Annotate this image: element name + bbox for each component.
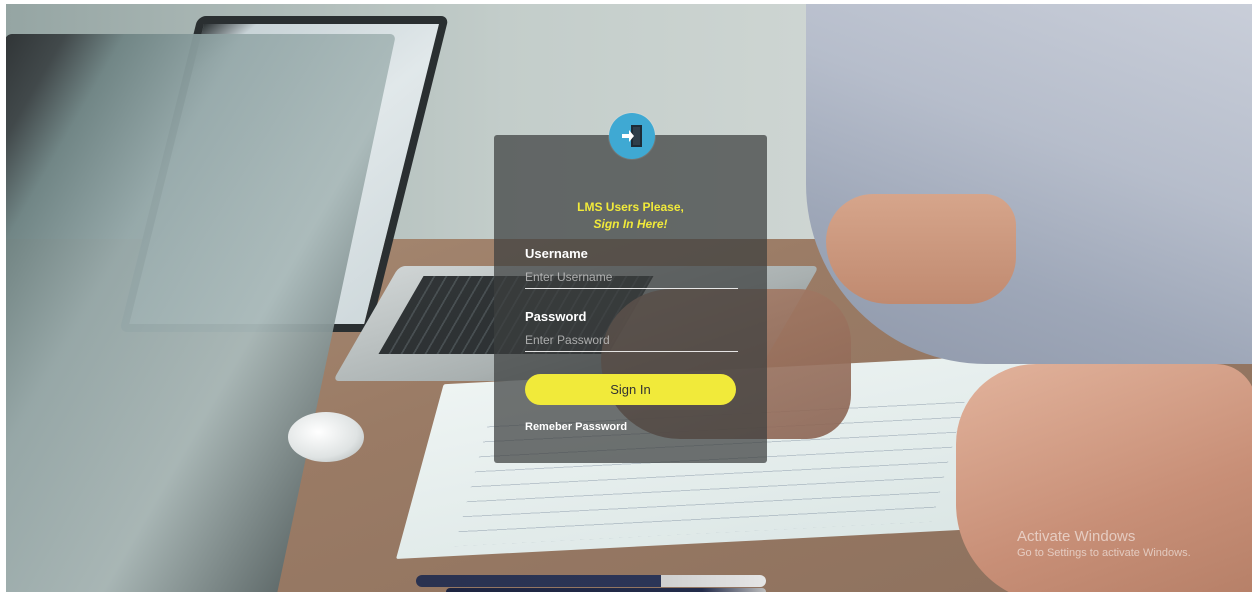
sign-in-button[interactable]: Sign In (525, 374, 736, 405)
background-arm (806, 4, 1252, 364)
heading-line-1: LMS Users Please, (577, 200, 684, 214)
background-pen-2 (446, 588, 766, 592)
heading-line-2: Sign In Here! (593, 217, 668, 231)
remember-password-link[interactable]: Remeber Password (525, 421, 627, 433)
background-hand (826, 194, 1016, 304)
background-mouse (288, 412, 364, 462)
password-input[interactable] (525, 329, 738, 352)
login-heading: LMS Users Please, Sign In Here! (494, 199, 767, 233)
watermark-title: Activate Windows (1017, 528, 1136, 545)
username-input[interactable] (525, 266, 738, 289)
login-page: Activate Windows Go to Settings to activ… (0, 0, 1252, 592)
activate-windows-watermark: Activate Windows Go to Settings to activ… (1017, 528, 1191, 559)
watermark-subtitle: Go to Settings to activate Windows. (1017, 547, 1191, 559)
background-pen (416, 575, 766, 587)
sign-in-door-icon (609, 113, 655, 159)
username-label: Username (525, 246, 588, 261)
password-label: Password (525, 309, 587, 324)
login-card: LMS Users Please, Sign In Here! Username… (494, 135, 767, 463)
